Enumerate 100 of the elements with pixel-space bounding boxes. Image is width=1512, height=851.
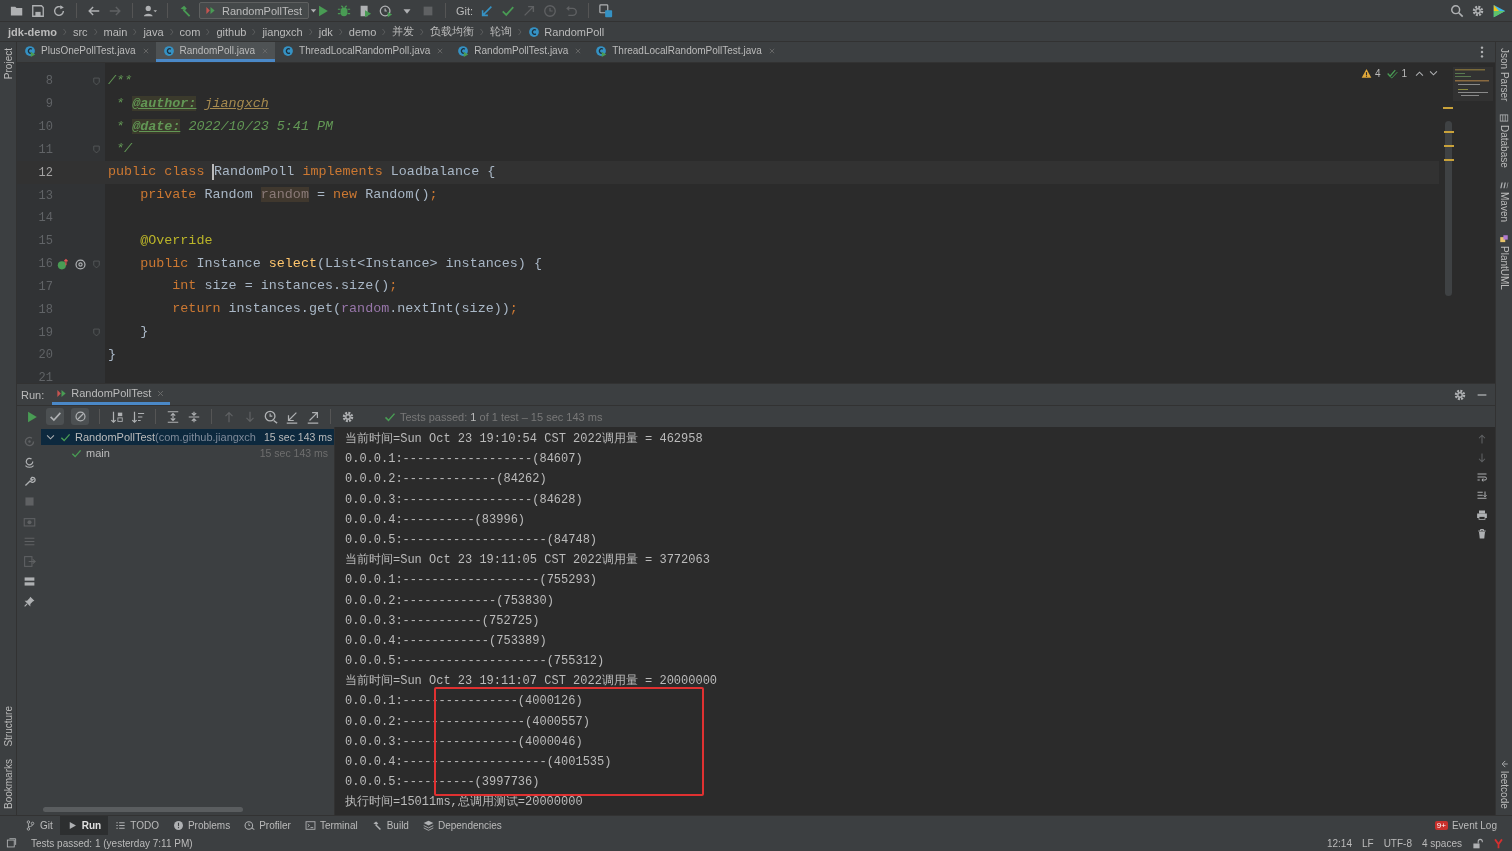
tool-window-tab[interactable]: Structure xyxy=(2,706,14,747)
test-tree-row[interactable]: RandomPollTest(com.github.jiangxch 15 sec 143 ms xyxy=(41,429,334,445)
console-line: 0.0.0.3:-----------(752725) xyxy=(345,612,541,630)
fold-marker-icon[interactable] xyxy=(91,327,102,338)
warning-stripe[interactable] xyxy=(1443,159,1454,161)
annotation-marker-icon[interactable] xyxy=(74,257,87,271)
tool-window-tab[interactable]: Bookmarks xyxy=(2,759,14,809)
editor-tab[interactable]: RandomPollTest.java xyxy=(450,42,589,62)
console-line: 0.0.0.1:-------------------(755293) xyxy=(345,572,599,590)
status-item[interactable]: 4 spaces xyxy=(1421,837,1462,849)
tool-window-button[interactable]: Build xyxy=(364,816,416,835)
show-ignored-toggle[interactable] xyxy=(71,408,89,425)
tool-window-tab[interactable]: leetcode xyxy=(1498,771,1510,809)
chevron-down-icon[interactable] xyxy=(1428,68,1439,79)
implements-marker-icon[interactable] xyxy=(57,257,70,271)
tool-window-button[interactable]: Dependencies xyxy=(415,816,509,835)
print-icon[interactable] xyxy=(1476,509,1488,521)
fold-marker-icon[interactable] xyxy=(91,75,102,87)
breadcrumb[interactable]: 轮询 xyxy=(490,24,513,39)
breadcrumb[interactable]: java xyxy=(143,25,164,38)
settings-icon[interactable] xyxy=(1471,3,1485,18)
run-icon[interactable] xyxy=(25,409,39,424)
scroll-to-end-icon[interactable] xyxy=(1476,490,1488,502)
breadcrumb[interactable]: src xyxy=(72,25,88,38)
profiler-icon[interactable] xyxy=(379,3,393,18)
breadcrumb[interactable]: jdk-demo xyxy=(8,25,57,38)
coverage-icon[interactable] xyxy=(358,3,372,18)
search-icon[interactable] xyxy=(1450,3,1464,18)
status-item[interactable]: LF xyxy=(1361,837,1374,849)
console-line: 当前时间=Sun Oct 23 19:10:54 CST 2022调用量 = 462958 xyxy=(345,431,704,448)
export-icon[interactable] xyxy=(306,409,320,424)
trash-icon[interactable] xyxy=(1476,528,1488,540)
tool-window-tab[interactable]: Database xyxy=(1498,125,1510,169)
settings-icon[interactable] xyxy=(1453,387,1467,402)
chevron-up-icon[interactable] xyxy=(1414,68,1425,79)
scrollbar[interactable] xyxy=(1445,121,1452,296)
breadcrumb[interactable]: jiangxch xyxy=(262,25,303,38)
fold-marker-icon[interactable] xyxy=(91,258,102,270)
breadcrumb[interactable]: 负载均衡 xyxy=(430,24,475,39)
breadcrumb[interactable]: RandomPoll xyxy=(544,25,605,38)
editor-tab[interactable]: PlusOnePollTest.java xyxy=(17,42,156,62)
pin-icon[interactable] xyxy=(22,595,36,608)
status-item[interactable]: UTF-8 xyxy=(1383,837,1412,849)
show-passed-toggle[interactable] xyxy=(46,408,64,425)
console-line: 0.0.0.4:----------(83996) xyxy=(345,511,527,529)
editor-tab[interactable]: ThreadLocalRandomPollTest.java xyxy=(588,42,782,62)
breadcrumb[interactable]: demo xyxy=(348,25,377,38)
breadcrumb[interactable]: main xyxy=(103,25,128,38)
check-icon xyxy=(60,431,71,443)
tool-window-button[interactable]: Profiler xyxy=(237,816,298,835)
settings-icon[interactable] xyxy=(341,409,355,424)
editor-tab[interactable]: ThreadLocalRandomPoll.java xyxy=(275,42,451,62)
breadcrumb[interactable]: com xyxy=(179,25,201,38)
soft-wrap-icon[interactable] xyxy=(1476,471,1488,483)
wrench-icon[interactable] xyxy=(22,475,36,488)
run-config-icon xyxy=(205,5,216,16)
code-token: @date: xyxy=(132,118,181,134)
tool-window-tab[interactable]: Maven xyxy=(1498,192,1510,223)
tool-window-button[interactable]: Git xyxy=(18,816,60,835)
update-arrow-icon[interactable] xyxy=(480,3,495,18)
refresh-icon[interactable] xyxy=(52,3,66,18)
code-token: instances.get( xyxy=(228,301,342,317)
save-icon[interactable] xyxy=(31,3,45,18)
translate-icon[interactable] xyxy=(599,3,614,18)
layout-icon[interactable] xyxy=(22,575,36,588)
tool-window-tab[interactable]: Project xyxy=(2,48,14,80)
tool-window-button[interactable]: Run xyxy=(59,816,109,835)
tool-window-tab[interactable]: Json Parser xyxy=(1498,48,1510,102)
warning-stripe[interactable] xyxy=(1443,131,1454,133)
tool-window-button[interactable]: Terminal xyxy=(297,816,365,835)
auto-test-icon[interactable] xyxy=(22,455,36,468)
expand-all-icon[interactable] xyxy=(166,409,180,424)
stack-icon xyxy=(422,820,434,831)
tool-window-button[interactable]: Problems xyxy=(165,816,238,835)
warning-stripe[interactable] xyxy=(1443,145,1454,147)
tool-window-tab[interactable]: PlantUML xyxy=(1498,246,1510,291)
unlocked-padlock-icon[interactable] xyxy=(1472,837,1483,849)
sort-by-duration-icon[interactable] xyxy=(131,409,145,424)
message-icon[interactable] xyxy=(6,837,17,849)
breadcrumb[interactable]: 并发 xyxy=(392,24,415,39)
plugin-logo-icon[interactable] xyxy=(1492,3,1506,18)
code-token: int xyxy=(172,278,198,294)
scrollbar[interactable] xyxy=(43,807,243,812)
test-history-icon[interactable] xyxy=(264,409,278,424)
breadcrumb[interactable]: github xyxy=(216,25,247,38)
breadcrumb[interactable]: jdk xyxy=(318,25,333,38)
editor-tab[interactable]: RandomPoll.java xyxy=(155,42,276,62)
sort-alphabetically-icon[interactable] xyxy=(110,409,124,424)
tool-window-button[interactable]: TODO xyxy=(108,816,166,835)
event-log-button[interactable]: 9+ Event Log xyxy=(1427,816,1504,835)
run-icon[interactable] xyxy=(316,3,330,18)
warning-count[interactable]: 4 xyxy=(1374,68,1381,79)
test-class-icon xyxy=(457,44,470,57)
fold-marker-icon[interactable] xyxy=(91,144,102,156)
person-dropdown-icon[interactable] xyxy=(143,3,157,18)
hammer-icon[interactable] xyxy=(178,3,192,18)
status-item[interactable]: 12:14 xyxy=(1326,837,1352,849)
collapse-all-icon[interactable] xyxy=(187,409,201,424)
bug-icon[interactable] xyxy=(337,3,351,18)
check-count[interactable]: 1 xyxy=(1401,68,1407,79)
